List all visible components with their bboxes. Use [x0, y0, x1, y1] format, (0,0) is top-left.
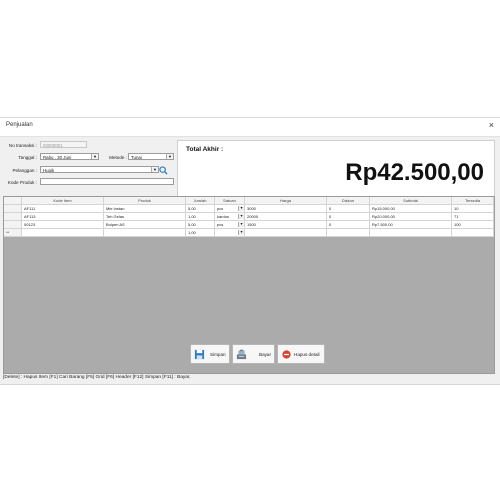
metode-value: Tunai	[131, 155, 142, 160]
kode-produk-input[interactable]	[40, 178, 174, 185]
cell-diskon[interactable]	[327, 229, 370, 237]
chevron-down-icon[interactable]: ▼	[166, 154, 173, 159]
col-header-kode[interactable]: Kode Item	[22, 197, 104, 205]
tanggal-datepicker[interactable]: Rabu , 30 Juni ▼	[40, 153, 99, 160]
table-row[interactable]: AF113 Teh Gelas 1,00 kardus ▼ 20000 0 Rp…	[4, 213, 494, 221]
cell-satuan-value: pcs	[217, 206, 224, 211]
cell-subtotal[interactable]: Rp20.000,00	[370, 213, 452, 221]
row-header-corner	[4, 197, 22, 205]
cell-tersedia[interactable]: 10	[452, 205, 494, 213]
cell-satuan[interactable]: pcs ▼	[215, 221, 245, 229]
window-title: Penjualan	[6, 122, 33, 128]
cell-harga[interactable]	[245, 229, 327, 237]
grid-header-row: Kode Item Produk Jumlah Satuan Harga Dis…	[4, 197, 494, 205]
cell-satuan[interactable]: pcs ▼	[215, 205, 245, 213]
pelanggan-select[interactable]: Hugik ▼	[40, 166, 159, 173]
cell-subtotal[interactable]: Rp7.500,00	[370, 221, 452, 229]
close-icon[interactable]: ×	[489, 120, 494, 130]
cell-jumlah[interactable]: 5,00	[186, 205, 215, 213]
pelanggan-label: Pelanggan :	[12, 168, 37, 173]
cell-diskon[interactable]: 0	[327, 205, 370, 213]
cell-subtotal[interactable]: Rp15.000,00	[370, 205, 452, 213]
hapus-detail-button[interactable]: Hapus detail	[277, 344, 325, 364]
metode-label: Metode :	[109, 155, 127, 160]
cell-jumlah[interactable]: 1,00	[186, 213, 215, 221]
new-row-marker[interactable]: **	[4, 229, 22, 237]
chevron-down-icon[interactable]: ▼	[151, 167, 158, 172]
cell-kode[interactable]: AF113	[22, 213, 104, 221]
cell-jumlah[interactable]: 1,00	[186, 229, 215, 237]
table-row[interactable]: 00123 Bulpen AS 5,00 pcs ▼ 1500 0 Rp7.50…	[4, 221, 494, 229]
cell-diskon[interactable]: 0	[327, 213, 370, 221]
bayar-label: Bayar	[259, 352, 272, 357]
cell-satuan-value: kardus	[217, 214, 230, 219]
hapus-detail-label: Hapus detail	[294, 352, 320, 357]
chevron-down-icon[interactable]: ▼	[91, 154, 98, 159]
delete-icon	[282, 350, 291, 359]
cell-produk[interactable]	[104, 229, 186, 237]
chevron-down-icon[interactable]: ▼	[238, 230, 244, 235]
cell-produk[interactable]: Bulpen AS	[104, 221, 186, 229]
kode-produk-label: Kode Produk :	[7, 180, 37, 185]
cell-tersedia[interactable]: 71	[452, 213, 494, 221]
chevron-down-icon[interactable]: ▼	[238, 214, 244, 219]
cell-produk[interactable]: Mie Instan	[104, 205, 186, 213]
cell-harga[interactable]: 1500	[245, 221, 327, 229]
row-header[interactable]	[4, 213, 22, 221]
col-header-diskon[interactable]: Diskon	[327, 197, 370, 205]
no-transaksi-field: 00000001	[40, 141, 87, 148]
cell-kode[interactable]	[22, 229, 104, 237]
tanggal-value: Rabu , 30 Juni	[43, 155, 72, 160]
chevron-down-icon[interactable]: ▼	[238, 222, 244, 227]
total-value: Rp42.500,00	[345, 159, 484, 186]
simpan-label: Simpan	[210, 352, 226, 357]
cell-tersedia[interactable]	[452, 229, 494, 237]
col-header-produk[interactable]: Produk	[104, 197, 186, 205]
new-row[interactable]: ** 1,00 ▼	[4, 229, 494, 237]
simpan-button[interactable]: Simpan	[190, 344, 230, 364]
col-header-jumlah[interactable]: Jumlah	[186, 197, 215, 205]
cell-harga[interactable]: 20000	[245, 213, 327, 221]
chevron-down-icon[interactable]: ▼	[238, 206, 244, 211]
cell-kode[interactable]: AF111	[22, 205, 104, 213]
col-header-satuan[interactable]: Satuan	[215, 197, 245, 205]
total-label: Total Akhir :	[186, 146, 224, 153]
cell-satuan[interactable]: ▼	[215, 229, 245, 237]
col-header-subtotal[interactable]: Subtotal	[370, 197, 452, 205]
pelanggan-value: Hugik	[43, 168, 55, 173]
cell-tersedia[interactable]: 100	[452, 221, 494, 229]
search-icon[interactable]	[158, 166, 169, 176]
cell-satuan-value: pcs	[217, 222, 224, 227]
cell-subtotal[interactable]	[370, 229, 452, 237]
table-row[interactable]: AF111 Mie Instan 5,00 pcs ▼ 3000 0 Rp15.…	[4, 205, 494, 213]
search-icon-svg	[159, 166, 168, 175]
tanggal-label: Tanggal :	[18, 155, 37, 160]
row-header[interactable]	[4, 205, 22, 213]
cell-harga[interactable]: 3000	[245, 205, 327, 213]
save-icon	[194, 349, 205, 360]
cell-produk[interactable]: Teh Gelas	[104, 213, 186, 221]
bayar-button[interactable]: Bayar	[232, 344, 275, 364]
status-bar: [Delete] : Hapus Item [F1] Cari Barang […	[3, 375, 191, 380]
sales-window: Penjualan × No transaksi : 00000001 Tang…	[0, 117, 500, 385]
title-bar: Penjualan ×	[0, 118, 500, 137]
no-transaksi-label: No transaksi :	[8, 143, 37, 148]
metode-select[interactable]: Tunai ▼	[128, 153, 174, 160]
cell-satuan[interactable]: kardus ▼	[215, 213, 245, 221]
col-header-tersedia[interactable]: Tersedia	[452, 197, 494, 205]
cell-jumlah[interactable]: 5,00	[186, 221, 215, 229]
cash-register-icon	[236, 349, 247, 360]
cell-diskon[interactable]: 0	[327, 221, 370, 229]
col-header-harga[interactable]: Harga	[245, 197, 327, 205]
cell-kode[interactable]: 00123	[22, 221, 104, 229]
header-form: No transaksi : 00000001 Tanggal : Rabu ,…	[3, 140, 174, 192]
row-header[interactable]	[4, 221, 22, 229]
